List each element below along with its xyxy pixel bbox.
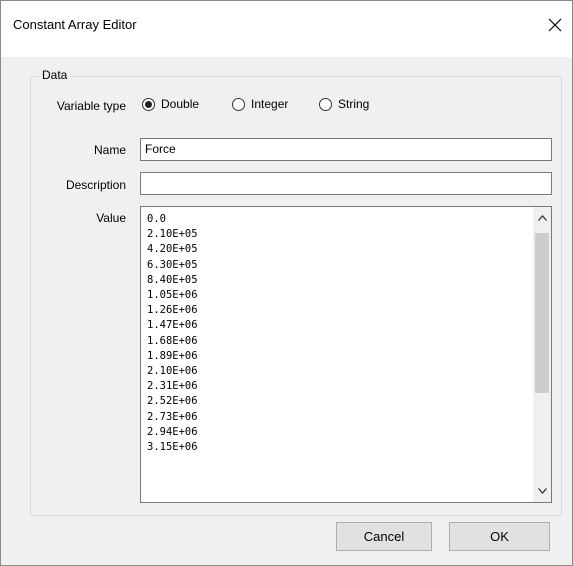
value-label: Value xyxy=(96,211,126,225)
value-line: 1.47E+06 xyxy=(147,319,198,332)
radio-selected-dot xyxy=(145,100,152,108)
value-line: 1.26E+06 xyxy=(147,304,198,317)
radio-integer-label: Integer xyxy=(251,97,289,111)
value-line: 2.10E+05 xyxy=(147,228,198,241)
chevron-down-icon xyxy=(537,488,547,494)
radio-double-label: Double xyxy=(161,97,200,111)
radio-double-circle[interactable] xyxy=(142,97,155,111)
value-line: 8.40E+05 xyxy=(147,273,198,286)
dialog-window: Constant Array Editor Data Variable type… xyxy=(0,0,573,566)
value-line: 0.0 xyxy=(147,213,166,225)
data-group-legend: Data xyxy=(39,68,71,82)
radio-string[interactable]: String xyxy=(319,97,369,111)
description-field[interactable] xyxy=(140,172,552,195)
scroll-down-button[interactable] xyxy=(533,482,551,500)
variable-type-label: Variable type xyxy=(56,99,126,113)
cancel-button[interactable]: Cancel xyxy=(336,522,432,551)
radio-integer[interactable]: Integer xyxy=(232,97,288,111)
value-line: 4.20E+05 xyxy=(147,243,198,256)
close-button[interactable] xyxy=(539,9,571,41)
radio-string-circle[interactable] xyxy=(319,97,332,111)
scrollbar-thumb[interactable] xyxy=(535,233,549,393)
value-line: 2.73E+06 xyxy=(147,410,198,423)
value-line: 1.05E+06 xyxy=(147,289,198,302)
scroll-up-button[interactable] xyxy=(533,209,551,227)
value-line: 3.15E+06 xyxy=(147,441,198,454)
radio-string-label: String xyxy=(338,97,370,111)
value-lines: 0.0 2.10E+05 4.20E+05 6.30E+05 8.40E+05 1.05E… xyxy=(147,212,198,455)
chevron-up-icon xyxy=(537,215,547,221)
value-line: 2.94E+06 xyxy=(147,425,198,438)
radio-double[interactable]: Double xyxy=(142,97,199,111)
title-bar: Constant Array Editor xyxy=(1,1,572,57)
close-icon xyxy=(548,18,562,32)
value-line: 2.31E+06 xyxy=(147,380,198,393)
value-line: 2.52E+06 xyxy=(147,395,198,408)
value-line: 6.30E+05 xyxy=(147,258,198,271)
value-line: 2.10E+06 xyxy=(147,365,198,378)
ok-button[interactable]: OK xyxy=(449,522,550,551)
name-label: Name xyxy=(93,143,126,157)
value-textarea[interactable]: 0.0 2.10E+05 4.20E+05 6.30E+05 8.40E+05 1.05E… xyxy=(140,206,552,503)
value-scrollbar[interactable] xyxy=(533,207,551,502)
description-label: Description xyxy=(65,178,126,192)
value-line: 1.89E+06 xyxy=(147,349,198,362)
window-title: Constant Array Editor xyxy=(13,17,137,32)
value-line: 1.68E+06 xyxy=(147,334,198,347)
name-field[interactable]: Force xyxy=(140,138,552,161)
radio-integer-circle[interactable] xyxy=(232,97,245,111)
